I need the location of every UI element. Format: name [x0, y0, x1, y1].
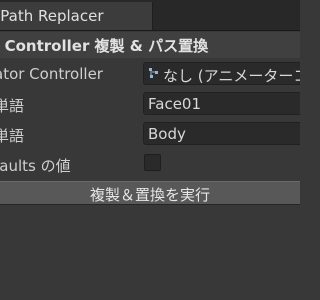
- to-word-value: Body: [148, 125, 186, 143]
- animator-controller-value: なし (アニメーターコ: [163, 67, 300, 85]
- to-word-row: 単語 Body: [0, 121, 300, 147]
- animator-controller-row: ator Controller なし (アニメーターコ: [0, 61, 300, 87]
- from-word-label: 単語: [0, 97, 25, 115]
- from-word-row: 単語 Face01: [0, 91, 300, 117]
- tab-bar: n Path Replacer: [0, 0, 300, 31]
- section-title: r Controller 複製 & パス置換: [0, 37, 209, 55]
- execute-button[interactable]: 複製＆置換を実行: [0, 181, 300, 205]
- from-word-value: Face01: [148, 95, 202, 113]
- animator-controller-icon: [149, 68, 158, 78]
- tab-title: n Path Replacer: [0, 7, 104, 25]
- to-word-label: 単語: [0, 127, 25, 145]
- write-defaults-checkbox[interactable]: [144, 154, 161, 171]
- animator-controller-field[interactable]: なし (アニメーターコ: [143, 62, 300, 85]
- execute-button-label: 複製＆置換を実行: [89, 186, 210, 204]
- to-word-input[interactable]: Body: [143, 122, 300, 145]
- write-defaults-row: faults の値: [0, 151, 300, 177]
- write-defaults-label: faults の値: [0, 157, 71, 175]
- editor-window: n Path Replacer r Controller 複製 & パス置換 a…: [0, 0, 300, 300]
- tab-path-replacer[interactable]: n Path Replacer: [0, 2, 153, 30]
- animator-controller-label: ator Controller: [0, 65, 103, 83]
- from-word-input[interactable]: Face01: [143, 92, 300, 115]
- section-header: r Controller 複製 & パス置換: [0, 32, 300, 58]
